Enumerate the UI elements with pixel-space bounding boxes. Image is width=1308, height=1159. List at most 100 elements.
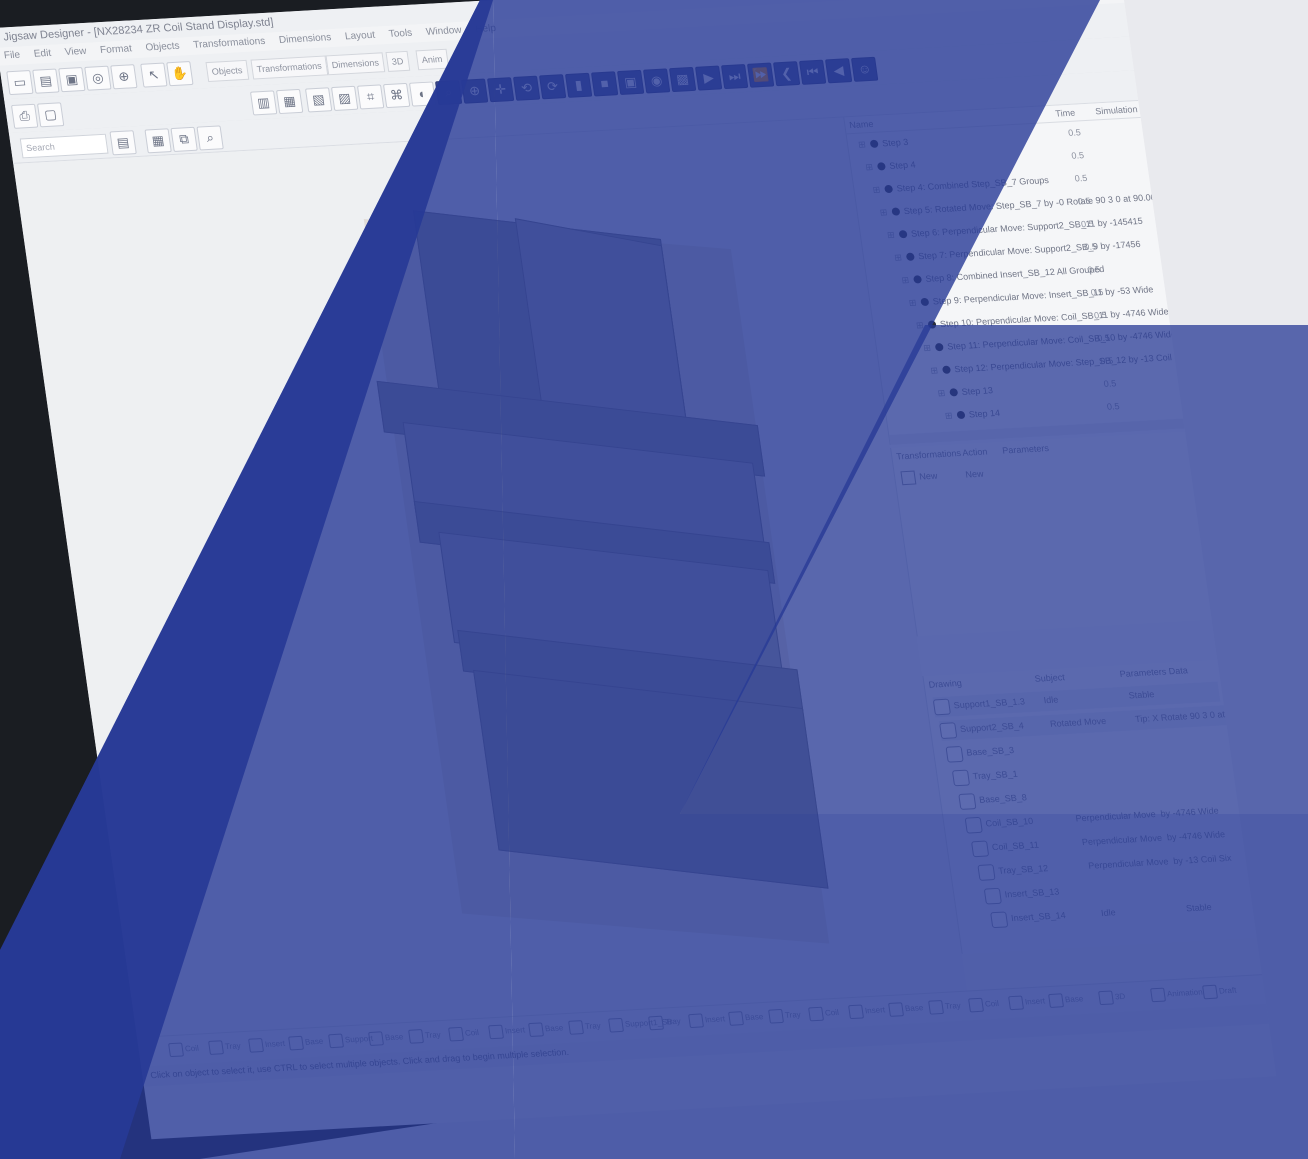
- bottom-tab[interactable]: Insert: [848, 1003, 886, 1021]
- page-copy-icon[interactable]: ▦: [275, 88, 304, 115]
- tree-header-simulation[interactable]: Simulation: [1095, 104, 1138, 116]
- drawing-header-drawing[interactable]: Drawing: [928, 678, 962, 690]
- menu-format[interactable]: Format: [99, 43, 132, 56]
- tab-dimensions[interactable]: Dimensions: [325, 52, 386, 76]
- tab-3d[interactable]: 3D: [385, 50, 410, 72]
- menu-dimensions[interactable]: Dimensions: [278, 32, 332, 46]
- expand-icon[interactable]: ⊞: [908, 297, 917, 308]
- magnifier-icon[interactable]: ⌕: [196, 125, 224, 151]
- expand-icon[interactable]: ⊞: [901, 275, 910, 286]
- fill-icon[interactable]: ◐: [408, 81, 437, 107]
- menu-window[interactable]: Window: [425, 25, 462, 38]
- expand-icon[interactable]: ⊞: [865, 162, 874, 173]
- end-icon[interactable]: ⏩: [746, 62, 775, 88]
- drawing-header-params[interactable]: Parameters Data: [1119, 665, 1188, 679]
- bottom-tab[interactable]: Base: [728, 1010, 764, 1028]
- frame-icon[interactable]: ⌗: [356, 84, 385, 110]
- link-icon[interactable]: ⧉: [170, 126, 198, 152]
- bottom-tab[interactable]: Coil: [448, 1026, 480, 1044]
- bottom-tab[interactable]: Tray: [208, 1039, 242, 1057]
- menu-help[interactable]: Help: [475, 23, 497, 35]
- expand-icon[interactable]: ⊞: [923, 343, 932, 354]
- page-icon[interactable]: ▥: [249, 90, 278, 116]
- frame2-icon[interactable]: ⌘: [382, 82, 411, 109]
- props-header-transformations[interactable]: Transformations: [896, 448, 962, 462]
- expand-icon[interactable]: ⊞: [944, 410, 953, 421]
- new-transformation-button[interactable]: New: [900, 469, 938, 486]
- expand-icon[interactable]: ⊞: [894, 252, 903, 263]
- menu-edit[interactable]: Edit: [33, 48, 52, 60]
- save-icon[interactable]: ▣: [58, 67, 86, 93]
- step-forward-icon[interactable]: ⏭: [720, 64, 749, 90]
- props-header-parameters[interactable]: Parameters: [1002, 443, 1050, 456]
- bottom-tab[interactable]: Tray: [568, 1019, 602, 1037]
- view-mode-tab[interactable]: 3D: [1098, 990, 1126, 1007]
- menu-file[interactable]: File: [3, 50, 21, 62]
- menu-view[interactable]: View: [64, 46, 87, 58]
- rotate-icon[interactable]: ⟲: [512, 75, 541, 101]
- bottom-tab[interactable]: Tray: [768, 1008, 802, 1026]
- box2-icon[interactable]: ▣: [616, 69, 645, 95]
- tab-anim[interactable]: Anim: [415, 48, 449, 71]
- tree-header-time[interactable]: Time: [1055, 108, 1076, 119]
- bottom-tab[interactable]: Tray: [648, 1015, 682, 1033]
- grid-icon[interactable]: ▦: [144, 128, 172, 154]
- bottom-tab[interactable]: Base: [528, 1021, 564, 1039]
- menu-layout[interactable]: Layout: [344, 30, 376, 43]
- expand-icon[interactable]: ⊞: [930, 365, 939, 376]
- tab-objects[interactable]: Objects: [205, 59, 249, 83]
- bottom-tab[interactable]: Coil: [168, 1042, 200, 1060]
- box-icon[interactable]: ■: [590, 71, 619, 97]
- 3d-model[interactable]: [322, 183, 864, 1001]
- tab-transformations[interactable]: Transformations: [250, 55, 328, 80]
- play-icon[interactable]: ▶: [694, 65, 723, 91]
- bottom-tab[interactable]: Insert: [1008, 994, 1046, 1012]
- layout-icon[interactable]: ▧: [304, 87, 333, 113]
- new-file-icon[interactable]: ▭: [6, 69, 34, 96]
- orbit-icon[interactable]: ⟳: [538, 74, 567, 100]
- bottom-tab[interactable]: Base: [888, 1001, 924, 1019]
- search-icon[interactable]: ⌕: [434, 80, 463, 106]
- sphere-icon[interactable]: ◉: [642, 68, 671, 94]
- pointer-icon[interactable]: ↖: [140, 62, 168, 88]
- zoom-icon[interactable]: ◎: [84, 65, 112, 91]
- first-icon[interactable]: ⏮: [798, 59, 827, 85]
- expand-icon[interactable]: ⊞: [886, 230, 895, 241]
- bottom-tab[interactable]: Base: [1048, 992, 1084, 1010]
- open-folder-icon[interactable]: ▤: [32, 68, 60, 94]
- expand-icon[interactable]: ⊞: [879, 207, 888, 218]
- preview-icon[interactable]: ▢: [36, 102, 65, 128]
- menu-objects[interactable]: Objects: [145, 41, 180, 54]
- layout2-icon[interactable]: ▨: [330, 85, 359, 111]
- bottom-tab[interactable]: Coil: [808, 1006, 840, 1024]
- expand-icon[interactable]: ⊞: [915, 320, 924, 331]
- bottom-tab[interactable]: Support: [328, 1032, 374, 1050]
- 3d-viewport[interactable]: [13, 117, 967, 1038]
- zoom-in-icon[interactable]: ⊕: [110, 64, 138, 90]
- bottom-tab[interactable]: Tray: [928, 999, 962, 1017]
- rewind-icon[interactable]: ◀: [824, 58, 853, 84]
- expand-icon[interactable]: ⊞: [857, 139, 866, 150]
- menu-transformations[interactable]: Transformations: [193, 36, 266, 51]
- bottom-tab[interactable]: Coil: [968, 997, 1000, 1015]
- prev-icon[interactable]: ❮: [772, 61, 801, 87]
- hand-icon[interactable]: ✋: [166, 61, 194, 87]
- bottom-tab[interactable]: Base: [288, 1035, 324, 1053]
- image-icon[interactable]: ▩: [668, 66, 697, 93]
- bottom-tab[interactable]: Base: [368, 1030, 404, 1048]
- user-icon[interactable]: ☺: [850, 56, 879, 82]
- bottom-tab[interactable]: Insert: [248, 1037, 286, 1055]
- view-mode-tab[interactable]: Draft: [1202, 984, 1238, 1002]
- bottom-tab[interactable]: Insert: [688, 1012, 726, 1030]
- filter-icon[interactable]: ▤: [109, 130, 137, 156]
- print-icon[interactable]: ⎙: [10, 103, 39, 129]
- drawing-header-subject[interactable]: Subject: [1034, 672, 1065, 684]
- expand-icon[interactable]: ⊞: [937, 388, 946, 399]
- bottom-tab[interactable]: Tray: [408, 1028, 442, 1046]
- view-mode-tab[interactable]: Animation: [1150, 985, 1204, 1004]
- move-icon[interactable]: ✛: [486, 77, 515, 103]
- zoom-in-icon[interactable]: ⊕: [460, 78, 489, 104]
- expand-icon[interactable]: ⊞: [872, 184, 881, 195]
- bottom-tab[interactable]: Insert: [488, 1023, 526, 1041]
- cube-icon[interactable]: ▮: [564, 72, 593, 98]
